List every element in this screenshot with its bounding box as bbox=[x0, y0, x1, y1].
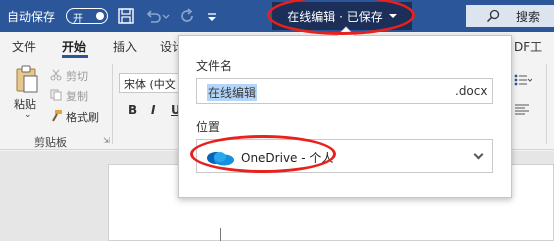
chevron-down-icon bbox=[388, 14, 397, 18]
align-icon[interactable] bbox=[514, 103, 532, 115]
paste-dropdown-icon[interactable]: ⌄ bbox=[24, 110, 32, 120]
group-separator bbox=[112, 64, 113, 144]
title-bar: 自动保存 开 在线编辑 · 已保存 搜索 bbox=[0, 0, 554, 32]
filename-label: 文件名 bbox=[196, 59, 233, 73]
paste-icon[interactable] bbox=[14, 64, 40, 94]
copy-label[interactable]: 复制 bbox=[66, 88, 88, 104]
font-name-combo[interactable]: 宋体 (中文 bbox=[119, 73, 181, 93]
save-icon[interactable] bbox=[117, 7, 135, 25]
redo-icon[interactable] bbox=[178, 7, 196, 25]
undo-dropdown-icon[interactable] bbox=[162, 7, 170, 25]
search-label: 搜索 bbox=[516, 10, 541, 24]
bold-button[interactable]: B bbox=[128, 103, 137, 117]
location-dropdown[interactable]: OneDrive - 个人 bbox=[196, 139, 493, 173]
toggle-state-text: 开 bbox=[73, 14, 83, 25]
location-value: OneDrive - 个人 bbox=[241, 151, 334, 165]
filename-field[interactable]: 在线编辑 .docx bbox=[196, 78, 493, 104]
tab-home[interactable]: 开始 bbox=[62, 38, 86, 55]
file-extension: .docx bbox=[455, 84, 488, 98]
document-title-button[interactable]: 在线编辑 · 已保存 bbox=[272, 2, 412, 30]
group-separator bbox=[546, 64, 547, 144]
search-icon bbox=[486, 9, 500, 23]
clipboard-group-label: 剪贴板 bbox=[34, 136, 67, 149]
filename-selected-text: 在线编辑 bbox=[207, 84, 258, 101]
tab-design[interactable]: 设计 bbox=[160, 38, 178, 55]
format-painter-icon bbox=[52, 110, 62, 122]
customize-icon[interactable] bbox=[206, 7, 218, 25]
dialog-launcher-icon[interactable]: ⇲ bbox=[103, 136, 110, 145]
location-label: 位置 bbox=[196, 120, 221, 134]
cut-label[interactable]: 剪切 bbox=[66, 68, 88, 84]
onedrive-icon bbox=[207, 152, 234, 166]
autosave-label: 自动保存 bbox=[7, 10, 56, 24]
margin-mark bbox=[220, 228, 221, 241]
autosave-toggle[interactable]: 开 bbox=[66, 8, 108, 25]
undo-icon[interactable] bbox=[144, 7, 162, 25]
list-icon[interactable] bbox=[514, 73, 532, 87]
copy-icon bbox=[50, 89, 62, 101]
italic-button[interactable]: I bbox=[151, 103, 155, 117]
document-title: 在线编辑 · 已保存 bbox=[287, 9, 383, 24]
tab-insert[interactable]: 插入 bbox=[113, 38, 137, 55]
chevron-down-icon bbox=[473, 149, 484, 160]
toggle-knob bbox=[96, 12, 104, 20]
tab-file[interactable]: 文件 bbox=[12, 38, 36, 55]
search-box[interactable]: 搜索 bbox=[466, 5, 554, 27]
scissors-icon bbox=[50, 69, 62, 81]
format-painter-label[interactable]: 格式刷 bbox=[66, 109, 99, 125]
